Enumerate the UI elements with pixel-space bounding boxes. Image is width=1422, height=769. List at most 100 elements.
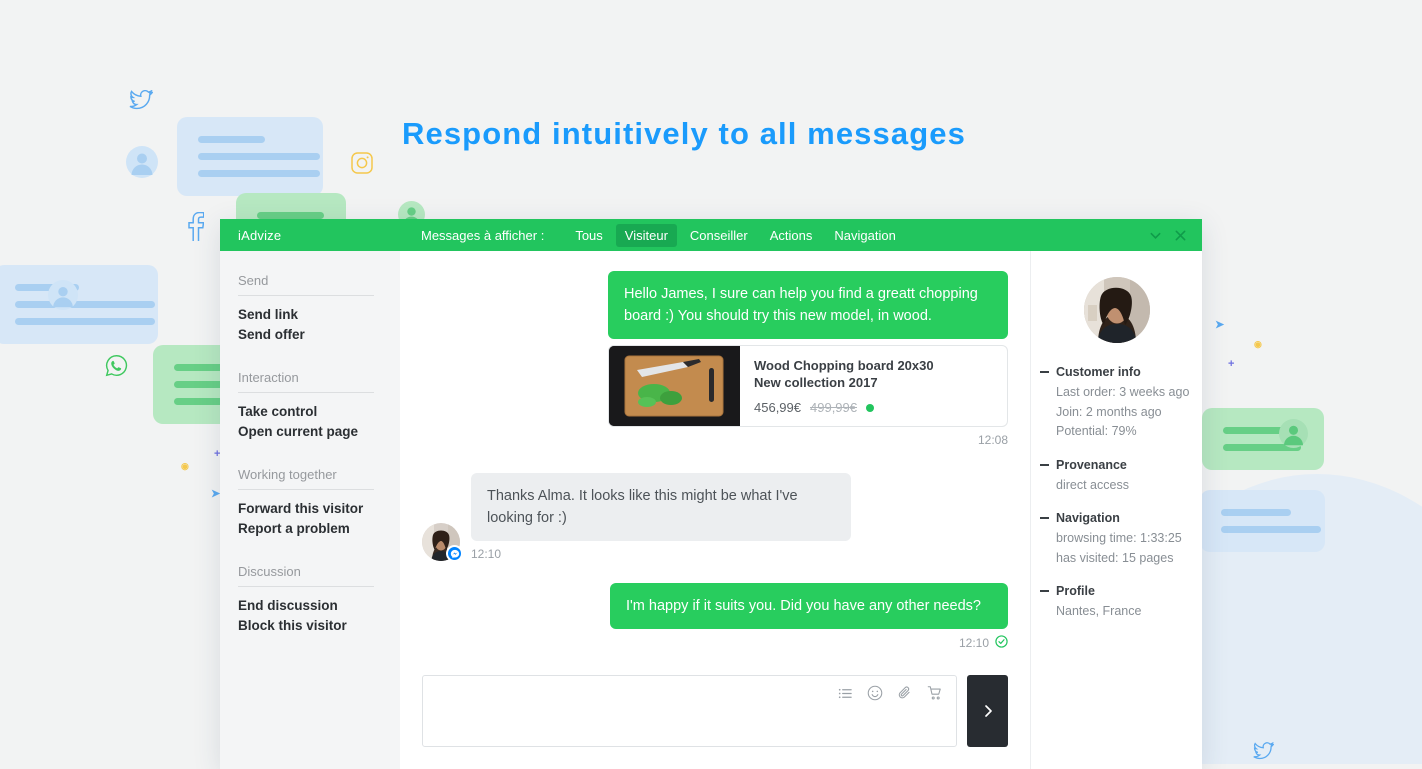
window-controls [1149,229,1202,242]
cart-icon[interactable] [927,685,943,701]
info-group-title: Profile [1056,584,1095,598]
sidebar-item-send-link[interactable]: Send link [238,305,400,325]
message-thread: Hello James, I sure can help you find a … [422,251,1008,659]
filter-label: Messages à afficher : [421,228,544,243]
twitter-icon [128,90,153,111]
attachment-icon[interactable] [897,685,913,701]
bird-mark: ➤ [1215,320,1224,331]
info-group-header[interactable]: Navigation [1040,511,1202,525]
avatar [422,523,460,561]
facebook-icon [186,212,204,242]
decorative-chat-bubble [177,117,323,196]
actions-sidebar: Send Send link Send offer Interaction Ta… [220,251,400,769]
sidebar-item-block-this-visitor[interactable]: Block this visitor [238,616,400,636]
sidebar-section-interaction: Interaction Take control Open current pa… [238,370,400,441]
tab-tous[interactable]: Tous [566,224,611,247]
info-group-title: Provenance [1056,458,1127,472]
decorative-chat-bubble [1200,490,1325,552]
product-old-price: 499,99€ [810,400,857,415]
sidebar-section-send: Send Send link Send offer [238,273,400,344]
info-line: has visited: 15 pages [1040,549,1202,569]
info-line: direct access [1040,476,1202,496]
sidebar-item-forward-this-visitor[interactable]: Forward this visitor [238,499,400,519]
sidebar-section-title: Send [238,273,374,296]
console-header: iAdvize Messages à afficher : Tous Visit… [220,219,1202,251]
tab-navigation[interactable]: Navigation [825,224,904,247]
decorative-avatar [48,280,78,310]
conversation-column: Hello James, I sure can help you find a … [400,251,1030,769]
sidebar-section-title: Interaction [238,370,374,393]
composer-tools [838,685,943,701]
info-group-provenance: Provenance direct access [1031,458,1202,496]
close-icon[interactable] [1174,229,1187,242]
list-icon[interactable] [838,686,853,701]
sidebar-section-title: Discussion [238,564,374,587]
emoji-icon[interactable] [867,685,883,701]
message-row: Hello James, I sure can help you find a … [422,271,1008,339]
send-button[interactable] [967,675,1008,747]
info-group-header[interactable]: Profile [1040,584,1202,598]
timestamp-text: 12:10 [959,636,989,650]
chat-console-window: iAdvize Messages à afficher : Tous Visit… [220,219,1202,769]
info-group-navigation: Navigation browsing time: 1:33:25 has vi… [1031,511,1202,568]
tab-conseiller[interactable]: Conseiller [681,224,757,247]
info-group-customer-info: Customer info Last order: 3 weeks ago Jo… [1031,365,1202,442]
page-title: Respond intuitively to all messages [402,116,966,152]
collapse-minus-icon[interactable] [1040,371,1049,373]
composer-input-wrap [422,675,957,747]
twitter-icon [1252,742,1274,761]
product-card[interactable]: Wood Chopping board 20x30 New collection… [608,345,1008,427]
agent-message-bubble: I'm happy if it suits you. Did you have … [610,583,1008,629]
tab-actions[interactable]: Actions [761,224,822,247]
message-timestamp: 12:10 [422,635,1008,651]
stock-status-dot [866,404,874,412]
product-details: Wood Chopping board 20x30 New collection… [740,346,948,426]
info-group-title: Customer info [1056,365,1141,379]
messenger-badge-icon [446,545,463,562]
info-line: Last order: 3 weeks ago [1040,383,1202,403]
message-timestamp: 12:08 [422,433,1008,447]
brand-label: iAdvize [220,219,400,251]
message-row: Thanks Alma. It looks like this might be… [422,473,1008,561]
info-line: Potential: 79% [1040,422,1202,442]
info-line: Join: 2 months ago [1040,403,1202,423]
message-row: Wood Chopping board 20x30 New collection… [422,339,1008,427]
plus-mark: + [1228,359,1234,370]
message-filter-bar: Messages à afficher : Tous Visiteur Cons… [400,219,1202,251]
sidebar-item-report-a-problem[interactable]: Report a problem [238,519,400,539]
sidebar-item-open-current-page[interactable]: Open current page [238,422,400,442]
agent-message-bubble: Hello James, I sure can help you find a … [608,271,1008,339]
info-group-profile: Profile Nantes, France [1031,584,1202,622]
info-group-header[interactable]: Customer info [1040,365,1202,379]
collapse-minus-icon[interactable] [1040,464,1049,466]
instagram-icon [351,152,373,174]
collapse-minus-icon[interactable] [1040,517,1049,519]
console-body: Send Send link Send offer Interaction Ta… [220,251,1202,769]
visitor-message-bubble: Thanks Alma. It looks like this might be… [471,473,851,541]
bird-mark: ➤ [211,489,220,500]
product-price: 456,99€ [754,400,801,415]
avatar [1084,277,1150,343]
sidebar-item-end-discussion[interactable]: End discussion [238,596,400,616]
sidebar-item-take-control[interactable]: Take control [238,402,400,422]
info-line: browsing time: 1:33:25 [1040,529,1202,549]
message-timestamp: 12:10 [471,547,851,561]
decorative-chat-bubble [0,265,158,344]
read-receipt-icon [995,635,1008,651]
message-composer [422,659,1008,769]
whatsapp-icon [105,354,128,377]
info-group-title: Navigation [1056,511,1120,525]
product-title-line-1: Wood Chopping board 20x30 [754,357,934,374]
sidebar-section-discussion: Discussion End discussion Block this vis… [238,564,400,635]
chevron-down-icon[interactable] [1149,229,1162,242]
info-group-header[interactable]: Provenance [1040,458,1202,472]
ring-dot: ◉ [1254,340,1262,349]
timestamp-text: 12:10 [471,547,501,561]
collapse-minus-icon[interactable] [1040,590,1049,592]
tab-visiteur[interactable]: Visiteur [616,224,677,247]
sidebar-section-working-together: Working together Forward this visitor Re… [238,467,400,538]
sidebar-item-send-offer[interactable]: Send offer [238,325,400,345]
message-row: I'm happy if it suits you. Did you have … [422,583,1008,629]
timestamp-text: 12:08 [978,433,1008,447]
product-image [609,346,740,426]
